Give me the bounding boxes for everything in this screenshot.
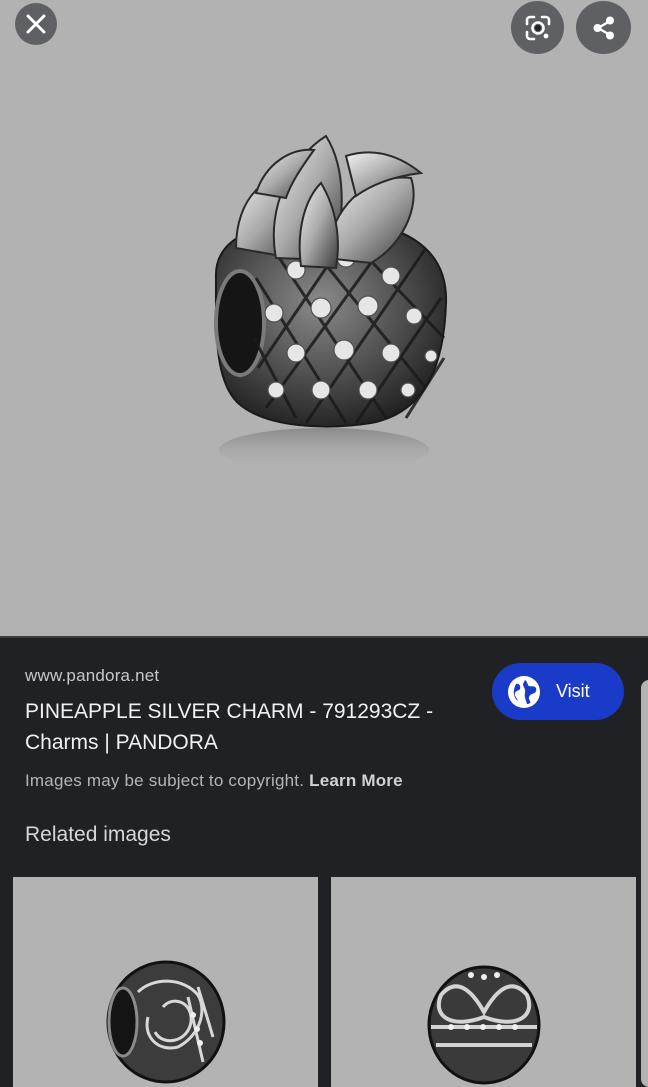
pineapple-charm-image[interactable] bbox=[196, 128, 456, 480]
share-icon bbox=[593, 16, 614, 39]
bow-charm-image bbox=[427, 965, 541, 1085]
visit-button[interactable]: Visit bbox=[492, 663, 624, 720]
related-images-heading: Related images bbox=[25, 823, 171, 846]
next-result-peek[interactable] bbox=[641, 680, 648, 935]
google-lens-icon bbox=[525, 15, 550, 40]
google-lens-button[interactable] bbox=[511, 1, 564, 54]
openwork-letter-charm-image bbox=[106, 960, 226, 1084]
learn-more-link[interactable]: Learn More bbox=[309, 771, 403, 790]
globe-icon bbox=[508, 675, 540, 708]
source-domain[interactable]: www.pandora.net bbox=[25, 666, 159, 686]
close-button[interactable] bbox=[15, 3, 57, 45]
close-icon bbox=[26, 14, 46, 34]
copyright-text: Images may be subject to copyright. bbox=[25, 771, 305, 790]
result-title[interactable]: PINEAPPLE SILVER CHARM - 791293CZ - Char… bbox=[25, 696, 475, 758]
copyright-notice: Images may be subject to copyright. Learn… bbox=[25, 771, 403, 791]
related-image-2[interactable] bbox=[331, 877, 636, 1087]
related-image-1[interactable] bbox=[13, 877, 318, 1087]
share-button[interactable] bbox=[576, 1, 631, 54]
divider bbox=[0, 636, 648, 638]
image-viewer bbox=[0, 0, 648, 636]
visit-label: Visit bbox=[556, 681, 590, 701]
